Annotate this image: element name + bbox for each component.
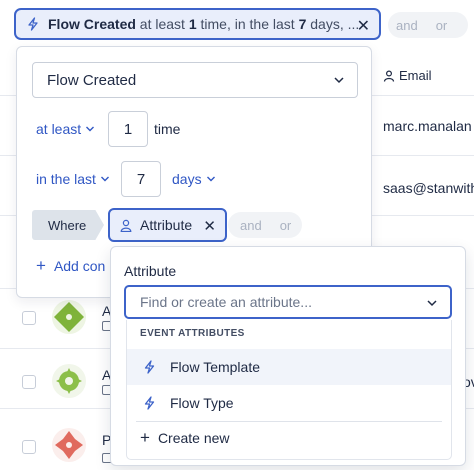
where-label: Where: [32, 210, 104, 240]
or-option[interactable]: or: [436, 18, 448, 33]
window-unit-dropdown[interactable]: days: [172, 171, 216, 187]
chevron-down-icon: [86, 126, 95, 132]
close-icon[interactable]: ✕: [357, 16, 370, 36]
attribute-search-input[interactable]: Find or create an attribute...: [124, 285, 452, 319]
attribute-search-placeholder: Find or create an attribute...: [140, 294, 312, 310]
window-unit-label: days: [172, 171, 202, 187]
row-checkbox[interactable]: [22, 440, 36, 454]
event-select[interactable]: Flow Created: [32, 62, 358, 98]
avatar: [52, 364, 86, 398]
avatar: [52, 300, 86, 334]
option-flow-type[interactable]: Flow Type: [127, 385, 451, 421]
bolt-icon: [28, 17, 38, 31]
create-new-label: Create new: [157, 430, 230, 446]
close-icon[interactable]: ✕: [203, 217, 216, 235]
frequency-unit-label: time: [154, 121, 181, 137]
chip-text: time, in the last: [200, 16, 295, 32]
plus-icon: +: [140, 428, 150, 447]
person-icon: [120, 219, 132, 232]
condition-logic-toggle[interactable]: and or: [228, 212, 302, 238]
chip-count: 1: [188, 16, 197, 32]
frequency-operator-label: at least: [36, 121, 82, 137]
section-header: EVENT ATTRIBUTES: [140, 328, 245, 339]
column-header-label: Email: [399, 68, 432, 83]
event-filter-chip[interactable]: Flow Created at least 1 time, in the las…: [14, 8, 381, 40]
bolt-icon: [144, 396, 155, 410]
chip-days: 7: [298, 16, 307, 32]
add-condition-button[interactable]: + Add con: [36, 258, 116, 274]
table-cell-email: marc.manalan: [383, 118, 472, 134]
chevron-down-icon: [206, 176, 215, 182]
window-value-input[interactable]: 7: [121, 161, 161, 197]
divider: [136, 421, 442, 422]
chevron-down-icon: [427, 300, 437, 307]
and-option[interactable]: and: [396, 18, 418, 33]
event-select-value: Flow Created: [47, 71, 137, 89]
create-new-button[interactable]: + Create new: [140, 428, 230, 447]
option-label: Flow Template: [170, 359, 261, 375]
where-text: Where: [48, 217, 87, 233]
event-name: Flow Created: [48, 16, 136, 32]
table-cell-email: saas@stanwith: [383, 180, 474, 196]
add-condition-label: Add con: [53, 258, 106, 274]
chip-text: at least: [139, 16, 185, 32]
logic-toggle[interactable]: and or: [388, 12, 468, 38]
option-flow-template[interactable]: Flow Template: [127, 349, 451, 385]
chip-text: days, ...: [310, 16, 360, 32]
row-checkbox[interactable]: [22, 311, 36, 325]
avatar: [52, 428, 86, 462]
attribute-chip[interactable]: Attribute ✕: [108, 208, 227, 242]
column-header-email[interactable]: Email: [383, 68, 432, 83]
frequency-count-input[interactable]: 1: [108, 111, 148, 147]
row-checkbox[interactable]: [22, 375, 36, 389]
attribute-popover-title: Attribute: [124, 263, 177, 279]
and-option[interactable]: and: [240, 218, 262, 233]
window-operator-label: in the last: [36, 171, 96, 187]
option-label: Flow Type: [170, 395, 234, 411]
window-operator-dropdown[interactable]: in the last: [36, 171, 110, 187]
frequency-operator-dropdown[interactable]: at least: [36, 121, 95, 137]
or-option[interactable]: or: [280, 218, 292, 233]
bolt-icon: [144, 360, 155, 374]
attribute-chip-label: Attribute: [140, 217, 193, 233]
chevron-down-icon: [100, 176, 109, 182]
person-icon: [383, 69, 395, 82]
plus-icon: +: [36, 258, 46, 274]
chevron-down-icon: [334, 77, 344, 84]
